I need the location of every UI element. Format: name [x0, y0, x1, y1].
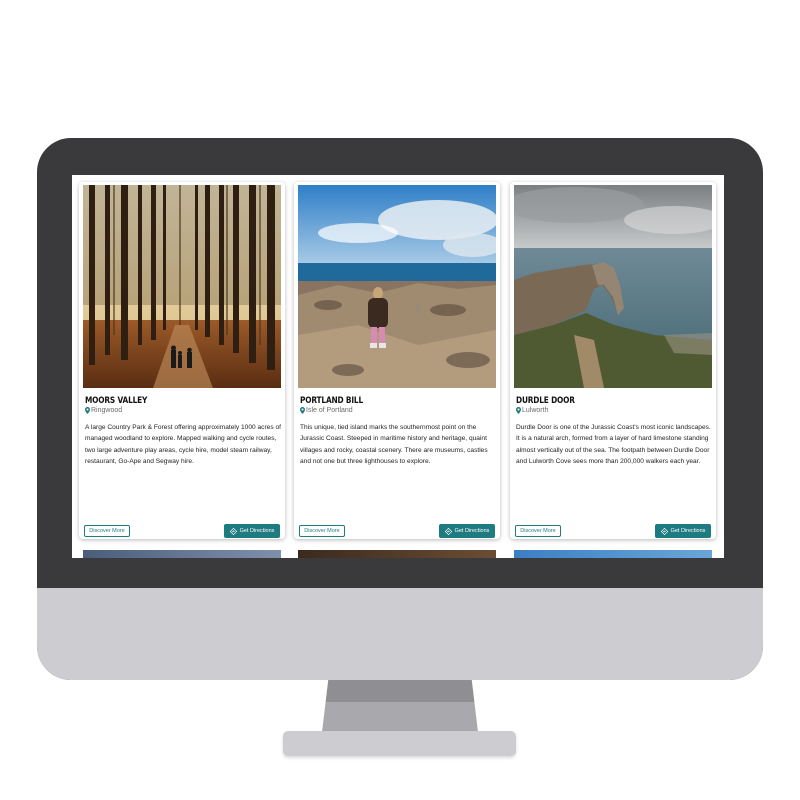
get-directions-button[interactable]: Get Directions [224, 524, 280, 538]
attraction-card: DURDLE DOOR Lulworth Durdle Door is one … [510, 182, 716, 539]
attraction-photo [298, 185, 496, 388]
next-card-photo-peek [83, 550, 281, 558]
location-label: Ringwood [91, 407, 123, 414]
attraction-description: This unique, tied island marks the south… [300, 424, 488, 465]
directions-icon [444, 527, 452, 535]
get-directions-label: Get Directions [454, 528, 490, 534]
location-label: Isle of Portland [306, 407, 353, 414]
monitor-stand-base [283, 731, 516, 756]
attraction-card: PORTLAND BILL Isle of Portland This uniq… [294, 182, 500, 539]
attraction-location: Lulworth [516, 407, 548, 414]
attraction-title: MOORS VALLEY [85, 396, 148, 406]
attraction-description: A large Country Park & Forest offering a… [85, 424, 281, 465]
get-directions-label: Get Directions [670, 528, 706, 534]
map-pin-icon [300, 407, 305, 414]
monitor-frame: MOORS VALLEY Ringwood A large Country Pa… [37, 138, 763, 680]
next-card-photo-peek [514, 550, 712, 558]
directions-icon [229, 527, 237, 535]
monitor-screen: MOORS VALLEY Ringwood A large Country Pa… [72, 175, 724, 558]
attraction-location: Isle of Portland [300, 407, 353, 414]
map-pin-icon [85, 407, 90, 414]
directions-icon [660, 527, 668, 535]
monitor-chin [37, 588, 763, 680]
next-card-photo-peek [298, 550, 496, 558]
attraction-title: DURDLE DOOR [516, 396, 575, 406]
attraction-location: Ringwood [85, 407, 122, 414]
attraction-description: Durdle Door is one of the Jurassic Coast… [516, 424, 711, 465]
map-pin-icon [516, 407, 521, 414]
discover-more-button[interactable]: Discover More [299, 525, 345, 537]
get-directions-label: Get Directions [239, 528, 275, 534]
attraction-photo [514, 185, 712, 388]
attraction-title: PORTLAND BILL [300, 396, 363, 406]
location-label: Lulworth [522, 407, 549, 414]
discover-more-button[interactable]: Discover More [84, 525, 130, 537]
get-directions-button[interactable]: Get Directions [655, 524, 711, 538]
attraction-card: MOORS VALLEY Ringwood A large Country Pa… [79, 182, 285, 539]
attraction-photo [83, 185, 281, 388]
monitor-stand-neck [322, 680, 478, 732]
get-directions-button[interactable]: Get Directions [439, 524, 495, 538]
discover-more-button[interactable]: Discover More [515, 525, 561, 537]
